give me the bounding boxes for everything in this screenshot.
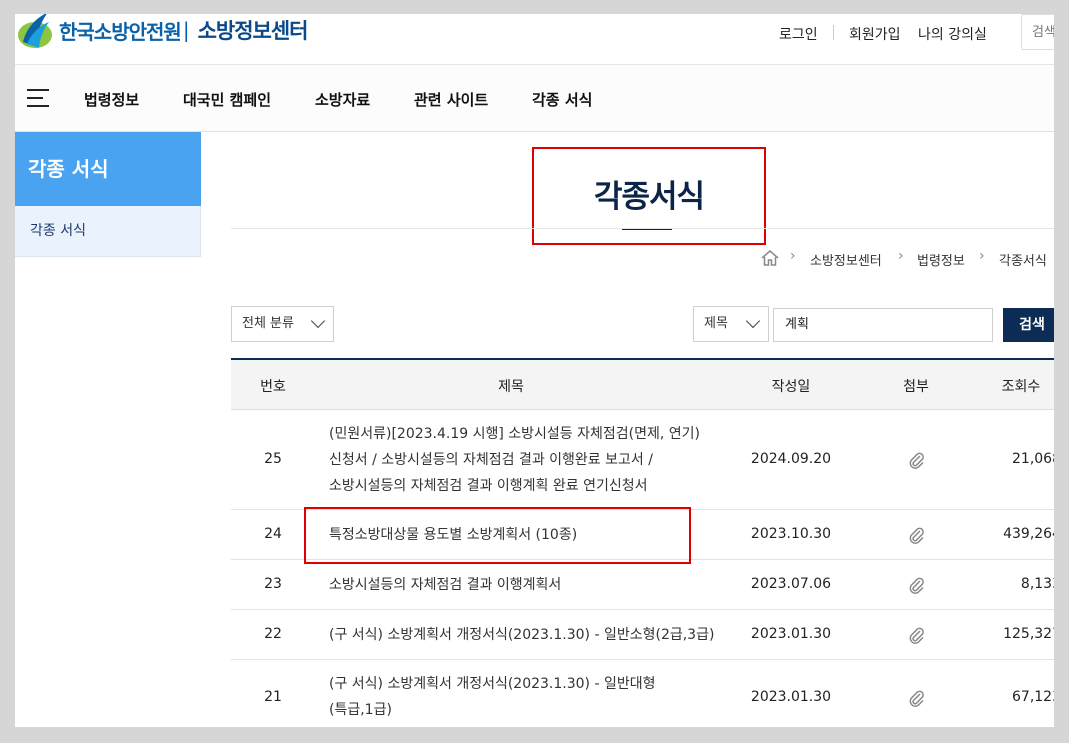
divider: [231, 228, 1054, 229]
breadcrumb-item-current: 각종서식: [999, 254, 1047, 269]
my-classroom-link[interactable]: 나의 강의실: [918, 24, 987, 44]
row-title-line: 소방시설등의 자체점검 결과 이행계획 완료 연기신청서: [329, 478, 648, 494]
highlight-box: [304, 507, 691, 564]
header-date: 작성일: [771, 379, 811, 395]
row-number: 22: [264, 626, 282, 642]
header-number: 번호: [260, 379, 286, 395]
row-views: 67,123: [1012, 689, 1054, 705]
row-title-line: 신청서 / 소방시설등의 자체점검 결과 이행완료 보고서 /: [329, 452, 653, 468]
row-views: 125,327: [1003, 626, 1054, 642]
row-views: 439,264: [1003, 526, 1054, 542]
table-row: 22 (구 서식) 소방계획서 개정서식(2023.1.30) - 일반소형(2…: [231, 610, 1054, 660]
page-title: 각종서식: [593, 179, 705, 215]
nav-item-forms[interactable]: 각종 서식: [532, 89, 592, 110]
row-number: 25: [264, 451, 282, 467]
row-number: 23: [264, 576, 282, 592]
chevron-down-icon: [745, 313, 761, 329]
row-title-line: 소방시설등의 자체점검 결과 이행계획서: [329, 577, 562, 593]
util-divider: [833, 25, 834, 40]
paperclip-icon[interactable]: [907, 451, 927, 471]
header-attachment: 첨부: [903, 379, 929, 395]
sidebar-title: 각종 서식: [15, 132, 201, 206]
center-name: 소방정보센터: [197, 19, 309, 43]
paperclip-icon[interactable]: [907, 689, 927, 709]
breadcrumb-item[interactable]: 법령정보: [917, 250, 965, 269]
row-title-link[interactable]: (구 서식) 소방계획서 개정서식(2023.1.30) - 일반대형 (특급,…: [329, 671, 729, 723]
row-title-link[interactable]: (구 서식) 소방계획서 개정서식(2023.1.30) - 일반소형(2급,3…: [329, 622, 739, 648]
row-title-link[interactable]: (민원서류)[2023.4.19 시행] 소방시설등 자체점검(면제, 연기) …: [329, 421, 729, 499]
nav-item-related-sites[interactable]: 관련 사이트: [414, 89, 488, 110]
nav-item-campaign[interactable]: 대국민 캠페인: [183, 89, 271, 110]
row-title-line: (구 서식) 소방계획서 개정서식(2023.1.30) - 일반소형(2급,3…: [329, 627, 715, 643]
row-number: 24: [264, 526, 282, 542]
header-title: 제목: [498, 379, 524, 395]
sidebar-item-forms[interactable]: 각종 서식: [15, 206, 201, 257]
row-date: 2023.10.30: [750, 526, 832, 542]
top-bar: 한국소방안전원 | 소방정보센터 로그인 회원가입 나의 강의실 검색어: [15, 14, 1054, 65]
field-select[interactable]: 제목: [693, 306, 769, 342]
row-views: 8,133: [1020, 576, 1054, 592]
paperclip-icon[interactable]: [907, 526, 927, 546]
home-icon[interactable]: [760, 249, 780, 267]
main-navigation: 법령정보 대국민 캠페인 소방자료 관련 사이트 각종 서식: [15, 65, 1054, 132]
nav-item-materials[interactable]: 소방자료: [315, 89, 370, 110]
logo-separator: |: [182, 18, 190, 42]
row-title-line: (민원서류)[2023.4.19 시행] 소방시설등 자체점검(면제, 연기): [329, 426, 700, 442]
table-row: 23 소방시설등의 자체점검 결과 이행계획서 2023.07.06 8,133: [231, 560, 1054, 610]
chevron-down-icon: [310, 313, 326, 329]
header-views: 조회수: [1001, 379, 1041, 395]
chevron-right-icon: ›: [898, 248, 904, 264]
table-row: 25 (민원서류)[2023.4.19 시행] 소방시설등 자체점검(면제, 연…: [231, 410, 1054, 510]
chevron-right-icon: ›: [979, 248, 985, 264]
row-date: 2023.01.30: [750, 626, 832, 642]
search-button[interactable]: 검색: [1003, 308, 1054, 342]
row-date: 2024.09.20: [750, 451, 832, 467]
row-number: 21: [264, 689, 282, 705]
row-date: 2023.01.30: [750, 689, 832, 705]
site-logo[interactable]: 한국소방안전원 | 소방정보센터: [15, 14, 309, 52]
org-name: 한국소방안전원: [59, 19, 182, 44]
header-search-input[interactable]: 검색어: [1021, 14, 1054, 50]
breadcrumb-item[interactable]: 소방정보센터: [810, 250, 882, 269]
paperclip-icon[interactable]: [907, 576, 927, 596]
logo-icon: [18, 14, 52, 48]
menu-icon[interactable]: [27, 89, 49, 107]
nav-item-law[interactable]: 법령정보: [84, 89, 139, 110]
keyword-input[interactable]: 계획: [773, 308, 993, 342]
page: 한국소방안전원 | 소방정보센터 로그인 회원가입 나의 강의실 검색어 법령정…: [15, 14, 1054, 727]
signup-link[interactable]: 회원가입: [849, 24, 901, 44]
page-title-box: 각종서식: [532, 147, 766, 245]
category-select[interactable]: 전체 분류: [231, 306, 334, 342]
paperclip-icon[interactable]: [907, 626, 927, 646]
row-title-line: (특급,1급): [329, 702, 392, 718]
table-row: 21 (구 서식) 소방계획서 개정서식(2023.1.30) - 일반대형 (…: [231, 660, 1054, 727]
row-date: 2023.07.06: [750, 576, 832, 592]
row-views: 21,068: [1012, 451, 1054, 467]
row-title-link[interactable]: 소방시설등의 자체점검 결과 이행계획서: [329, 572, 729, 598]
row-title-line: (구 서식) 소방계획서 개정서식(2023.1.30) - 일반대형: [329, 676, 656, 692]
table-header: 번호 제목 작성일 첨부 조회수: [231, 358, 1054, 410]
category-select-value: 전체 분류: [242, 316, 294, 331]
field-select-value: 제목: [704, 316, 728, 331]
chevron-right-icon: ›: [790, 248, 796, 264]
login-link[interactable]: 로그인: [779, 24, 818, 44]
